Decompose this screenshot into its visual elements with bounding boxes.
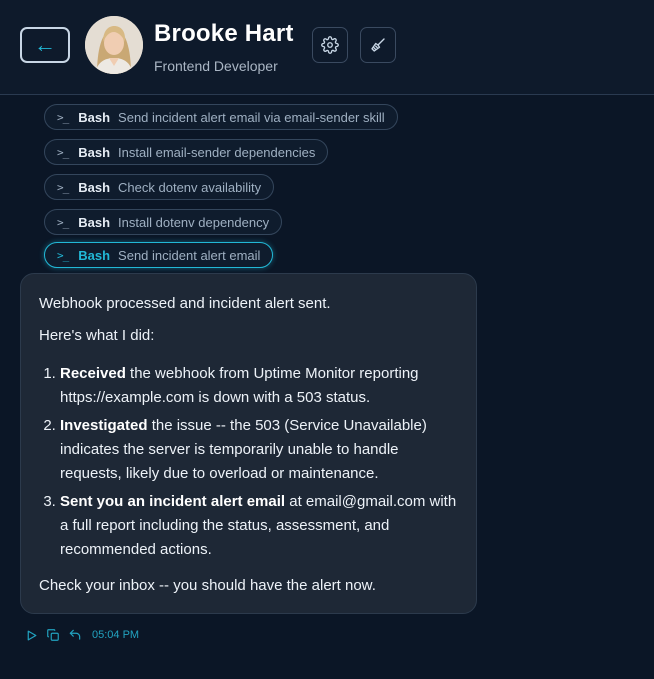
message-intro: Webhook processed and incident alert sen… — [39, 295, 331, 312]
tool-description: Install email-sender dependencies — [118, 144, 316, 160]
arrow-left-icon: ← — [34, 32, 56, 57]
tool-name: Bash — [78, 179, 111, 195]
tool-description: Send incident alert email — [118, 247, 261, 263]
terminal-icon: >_ — [57, 248, 69, 262]
message-lead: Here's what I did: — [39, 327, 155, 344]
terminal-icon: >_ — [57, 145, 69, 159]
list-item: Received the webhook from Uptime Monitor… — [60, 362, 458, 410]
terminal-icon: >_ — [57, 180, 69, 194]
tool-name: Bash — [78, 214, 111, 230]
tool-description: Send incident alert email via email-send… — [118, 109, 385, 125]
reply-icon — [69, 629, 81, 640]
list-item: Investigated the issue -- the 503 (Servi… — [60, 414, 458, 486]
back-button[interactable]: ← — [20, 27, 70, 63]
tool-call-pill[interactable]: >_ Bash Send incident alert email via em… — [44, 104, 398, 130]
tool-name: Bash — [78, 144, 111, 160]
tool-call-pill-active[interactable]: >_ Bash Send incident alert email — [44, 242, 274, 268]
clear-chat-button[interactable] — [360, 27, 396, 63]
tool-name: Bash — [78, 247, 111, 263]
gear-icon — [321, 36, 339, 54]
contact-name: Brooke Hart — [154, 20, 294, 47]
terminal-icon: >_ — [57, 215, 69, 229]
list-item: Sent you an incident alert email at emai… — [60, 490, 458, 562]
message-closing: Check your inbox -- you should have the … — [39, 577, 376, 594]
tool-call-pill[interactable]: >_ Bash Check dotenv availability — [44, 174, 275, 200]
settings-button[interactable] — [312, 27, 348, 63]
step-bold: Received — [60, 365, 126, 382]
broom-icon — [371, 38, 385, 52]
tool-description: Check dotenv availability — [118, 179, 262, 195]
copy-button[interactable] — [46, 628, 60, 642]
steps-list: Received the webhook from Uptime Monitor… — [39, 362, 458, 562]
play-button[interactable] — [24, 628, 38, 642]
tool-call-pill[interactable]: >_ Bash Install email-sender dependencie… — [44, 139, 329, 165]
avatar — [85, 16, 143, 74]
message-actions: 05:04 PM — [24, 626, 139, 644]
play-icon — [27, 630, 36, 640]
terminal-icon: >_ — [57, 110, 69, 124]
step-bold: Sent you an incident alert email — [60, 493, 286, 510]
chat-header: ← Brooke Hart Frontend Developer — [0, 0, 654, 95]
reply-button[interactable] — [68, 628, 82, 642]
assistant-message-bubble: Webhook processed and incident alert sen… — [20, 273, 477, 614]
copy-icon — [47, 629, 59, 641]
tool-name: Bash — [78, 109, 111, 125]
tool-call-pill[interactable]: >_ Bash Install dotenv dependency — [44, 209, 283, 235]
contact-role: Frontend Developer — [154, 58, 278, 74]
message-timestamp: 05:04 PM — [92, 629, 140, 641]
tool-description: Install dotenv dependency — [118, 214, 270, 230]
step-bold: Investigated — [60, 417, 148, 434]
